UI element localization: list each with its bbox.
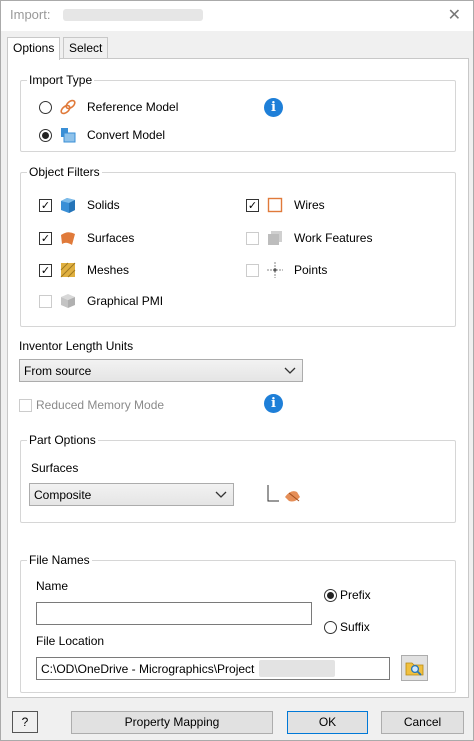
wire-icon xyxy=(267,197,283,213)
title-bar: Import: ✕ xyxy=(1,1,473,31)
solids-filter[interactable]: ✓ Solids xyxy=(39,196,120,214)
convert-model-icon xyxy=(61,128,76,143)
help-button[interactable]: ? xyxy=(12,711,38,733)
wires-label: Wires xyxy=(294,198,325,212)
reference-model-radio[interactable] xyxy=(39,100,52,114)
tab-select[interactable]: Select xyxy=(63,37,109,59)
convert-model-label: Convert Model xyxy=(87,128,166,142)
graphical-pmi-label: Graphical PMI xyxy=(87,294,164,308)
work-features-checkbox[interactable] xyxy=(246,231,259,245)
length-units-value: From source xyxy=(24,364,92,378)
redacted-path xyxy=(259,660,335,677)
point-icon xyxy=(267,262,283,278)
property-mapping-button[interactable]: Property Mapping xyxy=(71,711,273,734)
prefix-label: Prefix xyxy=(340,588,371,602)
options-panel: Import Type Reference Model Convert Mode… xyxy=(7,58,469,698)
file-names-group: File Names Name Prefix Suffix File Locat… xyxy=(20,553,456,693)
composite-surface-icon xyxy=(267,485,300,502)
reduced-memory-info-icon[interactable]: i xyxy=(264,394,283,413)
work-features-label: Work Features xyxy=(294,231,373,245)
surfaces-filter[interactable]: ✓ Surfaces xyxy=(39,229,134,247)
surface-icon xyxy=(61,232,75,245)
part-options-title: Part Options xyxy=(27,433,98,447)
file-location-input[interactable]: C:\OD\OneDrive - Micrographics\Project xyxy=(36,657,390,680)
object-filters-group: Object Filters ✓ Solids ✓ Surfaces ✓ Mes… xyxy=(20,165,456,327)
suffix-option[interactable]: Suffix xyxy=(324,618,370,636)
points-checkbox[interactable] xyxy=(246,263,259,277)
import-dialog: Import: ✕ Options Select Import Type Ref… xyxy=(0,0,474,741)
reference-model-option[interactable]: Reference Model xyxy=(39,98,178,116)
surfaces-checkbox[interactable]: ✓ xyxy=(39,231,52,245)
help-icon: ? xyxy=(21,715,29,729)
link-icon xyxy=(60,99,76,115)
info-icon[interactable]: i xyxy=(264,98,283,117)
length-units-select[interactable]: From source xyxy=(19,359,303,382)
solids-checkbox[interactable]: ✓ xyxy=(39,198,52,212)
reduced-memory-checkbox[interactable] xyxy=(19,398,32,412)
window-title: Import: xyxy=(10,7,51,22)
file-location-value: C:\OD\OneDrive - Micrographics\Project xyxy=(41,662,255,676)
browse-folder-button[interactable] xyxy=(401,655,428,681)
cancel-button[interactable]: Cancel xyxy=(381,711,464,734)
tab-options[interactable]: Options xyxy=(7,37,61,60)
wires-filter[interactable]: ✓ Wires xyxy=(246,196,325,214)
reference-model-label: Reference Model xyxy=(87,100,179,114)
graphical-pmi-filter[interactable]: Graphical PMI xyxy=(39,292,163,310)
mesh-icon xyxy=(60,262,76,278)
convert-model-option[interactable]: Convert Model xyxy=(39,126,165,144)
meshes-label: Meshes xyxy=(87,263,130,277)
suffix-radio[interactable] xyxy=(324,620,337,634)
import-type-group: Import Type Reference Model Convert Mode… xyxy=(20,73,456,152)
solid-cube-icon xyxy=(61,198,75,213)
part-surfaces-label: Surfaces xyxy=(31,461,79,475)
chevron-down-icon xyxy=(215,491,227,498)
import-type-title: Import Type xyxy=(27,73,95,87)
meshes-filter[interactable]: ✓ Meshes xyxy=(39,261,129,279)
part-options-group: Part Options Surfaces Composite xyxy=(20,433,456,523)
redacted-filename xyxy=(63,9,203,21)
suffix-label: Suffix xyxy=(340,620,370,634)
graphical-pmi-checkbox[interactable] xyxy=(39,294,52,308)
name-input[interactable] xyxy=(36,602,312,625)
name-label: Name xyxy=(36,579,69,593)
wires-checkbox[interactable]: ✓ xyxy=(246,198,259,212)
part-surfaces-value: Composite xyxy=(34,488,92,502)
prefix-option[interactable]: Prefix xyxy=(324,586,371,604)
graphical-pmi-icon xyxy=(61,294,75,308)
reduced-memory-label: Reduced Memory Mode xyxy=(36,398,165,412)
prefix-radio[interactable] xyxy=(324,588,337,602)
meshes-checkbox[interactable]: ✓ xyxy=(39,263,52,277)
points-filter[interactable]: Points xyxy=(246,261,327,279)
surfaces-label: Surfaces xyxy=(87,231,135,245)
close-icon[interactable]: ✕ xyxy=(448,5,461,24)
length-units-label: Inventor Length Units xyxy=(19,339,134,353)
convert-model-radio[interactable] xyxy=(39,128,52,142)
points-label: Points xyxy=(294,263,328,277)
object-filters-title: Object Filters xyxy=(27,165,102,179)
work-features-filter[interactable]: Work Features xyxy=(246,229,372,247)
ok-button[interactable]: OK xyxy=(287,711,368,734)
file-names-title: File Names xyxy=(27,553,92,567)
part-surfaces-select[interactable]: Composite xyxy=(29,483,234,506)
folder-search-icon xyxy=(405,662,423,676)
solids-label: Solids xyxy=(87,198,120,212)
work-plane-icon xyxy=(268,231,282,245)
file-location-label: File Location xyxy=(36,634,105,648)
chevron-down-icon xyxy=(284,367,296,374)
reduced-memory-option[interactable]: Reduced Memory Mode xyxy=(19,396,164,414)
